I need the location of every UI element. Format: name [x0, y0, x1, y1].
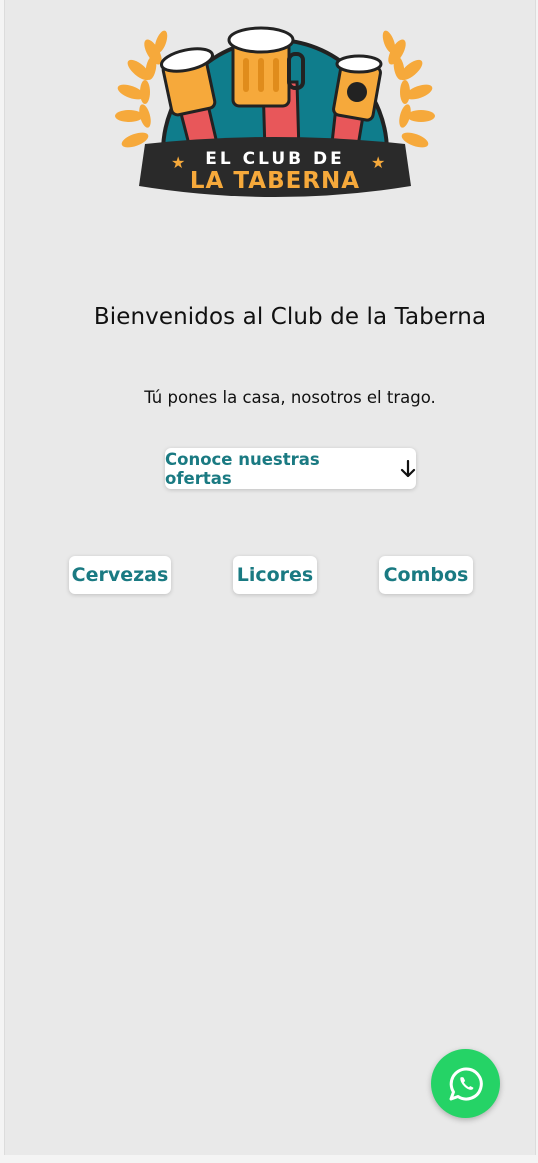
- offers-button-label: Conoce nuestras ofertas: [165, 449, 320, 488]
- whatsapp-button[interactable]: [431, 1049, 500, 1118]
- category-label: Cervezas: [71, 564, 169, 586]
- club-logo[interactable]: EL CLUB DE LA TABERNA ★ ★: [115, 12, 435, 208]
- category-label: Combos: [383, 564, 469, 586]
- category-button-combos[interactable]: Combos: [379, 556, 473, 594]
- star-icon: ★: [371, 153, 385, 172]
- club-logo-graphic: EL CLUB DE LA TABERNA ★ ★: [115, 26, 435, 197]
- page-subtitle: Tú pones la casa, nosotros el trago.: [144, 388, 436, 407]
- category-button-licores[interactable]: Licores: [233, 556, 317, 594]
- bottom-strip: [0, 1155, 538, 1163]
- offers-button[interactable]: Conoce nuestras ofertas: [165, 448, 416, 489]
- star-icon: ★: [171, 153, 185, 172]
- category-button-cervezas[interactable]: Cervezas: [69, 556, 171, 594]
- category-label: Licores: [236, 564, 314, 586]
- page-title: Bienvenidos al Club de la Taberna: [93, 304, 487, 330]
- page-container: EL CLUB DE LA TABERNA ★ ★ Bienvenidos al…: [4, 0, 536, 1155]
- logo-line2: LA TABERNA: [190, 168, 360, 194]
- whatsapp-icon: [449, 1066, 483, 1100]
- logo-line1: EL CLUB DE: [205, 149, 344, 169]
- arrow-down-icon: [400, 459, 416, 478]
